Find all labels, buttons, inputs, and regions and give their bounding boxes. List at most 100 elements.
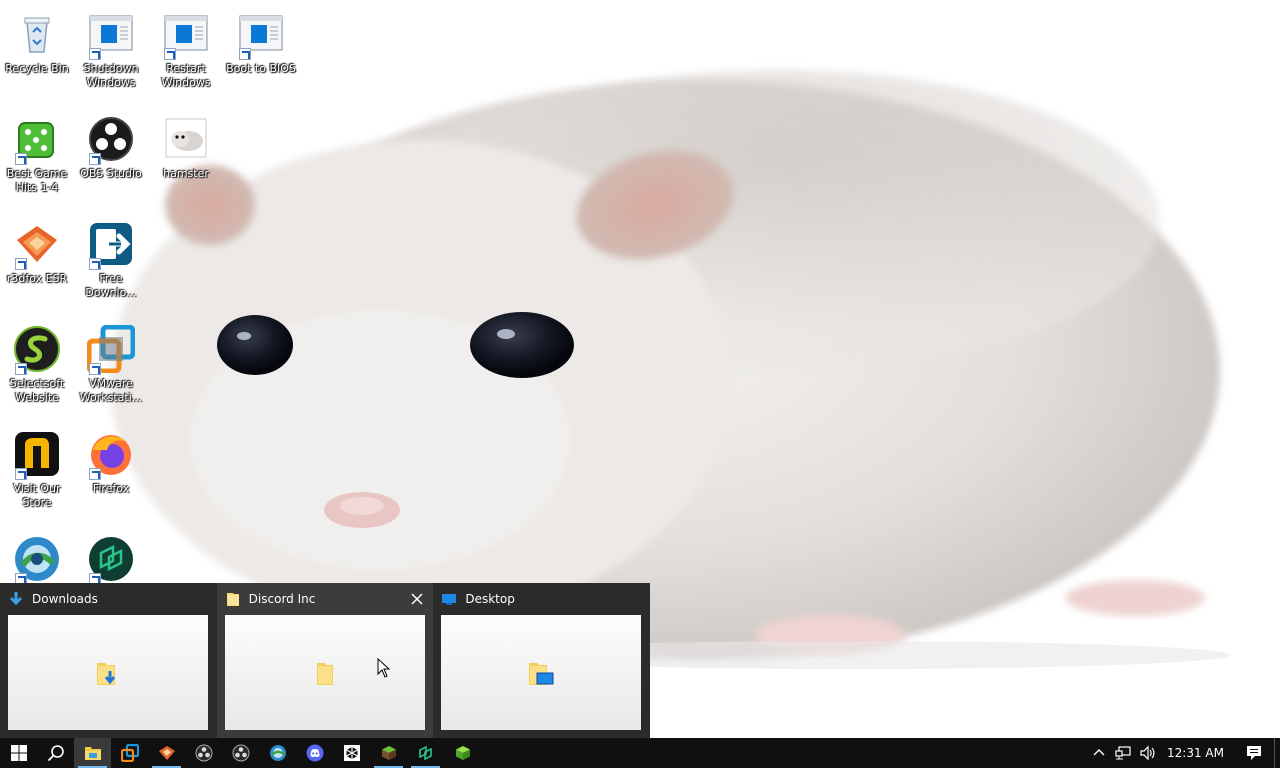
desktop-icon-label: OBS Studio xyxy=(80,167,142,180)
search-button[interactable] xyxy=(37,738,74,768)
discord-icon xyxy=(306,744,323,762)
network-icon xyxy=(1115,746,1131,760)
windows-logo-icon xyxy=(10,745,27,761)
show-desktop-button[interactable] xyxy=(1274,738,1280,768)
window-shortcut-icon xyxy=(237,10,285,60)
grass-block-icon xyxy=(455,746,470,760)
desktop-icon-label: Selectsoft Website xyxy=(9,377,65,404)
desktop-icon-label: Shutdown Windows xyxy=(83,62,139,89)
network-button[interactable] xyxy=(1111,738,1135,768)
desktop-icon-recycle-bin[interactable]: Recycle Bin xyxy=(1,8,73,104)
desktop-icon xyxy=(442,594,457,605)
green-app-icon xyxy=(418,745,432,761)
recycle-bin-icon xyxy=(13,10,61,58)
file-explorer-icon xyxy=(84,747,101,760)
desktop-icon-obs-studio[interactable]: OBS Studio xyxy=(75,113,147,209)
taskbar-minecraft-1[interactable] xyxy=(370,738,407,768)
thumbnail-title: Discord Inc xyxy=(248,592,316,606)
thumbnail-desktop[interactable]: Desktop xyxy=(433,583,650,738)
selectsoft-icon xyxy=(13,325,61,375)
desktop-icon-hamster[interactable]: hamster xyxy=(150,113,222,209)
desktop-icon-label: Free Downlo... xyxy=(85,272,137,299)
downloads-folder-icon xyxy=(97,662,116,685)
thumbnail-header: Discord Inc xyxy=(225,583,434,615)
thumbnail-preview[interactable] xyxy=(224,615,425,730)
desktop-icon-shutdown-windows[interactable]: Shutdown Windows xyxy=(75,8,147,104)
desktop-icon-label: Firefox xyxy=(92,482,130,495)
unity-icon xyxy=(343,745,360,761)
thumbnail-header: Desktop xyxy=(441,583,650,615)
image-thumbnail-icon xyxy=(162,115,210,163)
thumbnail-discord-inc[interactable]: Discord Inc xyxy=(216,583,434,738)
free-download-manager-icon xyxy=(87,220,135,270)
desktop-icon-vmware-workstation[interactable]: VMware Workstati... xyxy=(75,323,147,419)
notification-icon xyxy=(1247,746,1261,760)
taskbar-globe-browser[interactable] xyxy=(259,738,296,768)
desktop-icon-label: Restart Windows xyxy=(161,62,211,89)
taskbar-discord[interactable] xyxy=(296,738,333,768)
window-shortcut-icon xyxy=(162,10,210,60)
taskbar-obs-2[interactable] xyxy=(222,738,259,768)
green-app-icon xyxy=(87,535,135,585)
folder-icon xyxy=(316,662,333,685)
taskbar-vmware[interactable] xyxy=(111,738,148,768)
thumbnail-title: Downloads xyxy=(32,592,98,606)
taskbar-unity[interactable] xyxy=(333,738,370,768)
grass-block-icon xyxy=(381,746,396,760)
desktop-icon-label: hamster xyxy=(163,167,209,180)
volume-icon xyxy=(1140,745,1155,761)
obs-icon xyxy=(232,744,249,762)
obs-icon xyxy=(195,744,212,762)
thumbnail-preview[interactable] xyxy=(8,615,208,730)
thumbnail-downloads[interactable]: Downloads xyxy=(0,583,217,738)
taskbar-thumbnail-previews: Downloads Discord Inc Desktop xyxy=(0,583,650,738)
desktop-icon-label: Boot to BIOS xyxy=(226,62,296,75)
chevron-up-icon xyxy=(1093,749,1105,756)
taskbar-file-explorer[interactable] xyxy=(74,738,111,768)
window-shortcut-icon xyxy=(87,10,135,60)
desktop-icon-free-download[interactable]: Free Downlo... xyxy=(75,218,147,314)
desktop-icon-label: Visit Our Store xyxy=(13,482,61,509)
desktop-icon-label: VMware Workstati... xyxy=(79,377,143,404)
volume-button[interactable] xyxy=(1135,738,1159,768)
folder-icon xyxy=(226,593,239,606)
thumbnail-title: Desktop xyxy=(465,592,515,606)
store-n-icon xyxy=(13,430,61,480)
desktop-icon-visit-our-store[interactable]: Visit Our Store xyxy=(1,428,73,524)
r3dfox-icon xyxy=(13,220,61,270)
desktop-icon-boot-to-bios[interactable]: Boot to BIOS xyxy=(225,8,297,104)
desktop-folder-icon xyxy=(529,662,554,685)
desktop-icon-best-game-hits[interactable]: Best Game Hits 1-4 xyxy=(1,113,73,209)
desktop-icon-selectsoft-website[interactable]: Selectsoft Website xyxy=(1,323,73,419)
firefox-icon xyxy=(87,430,135,480)
taskbar-minecraft-2[interactable] xyxy=(444,738,481,768)
desktop-icon-label: Best Game Hits 1-4 xyxy=(6,167,68,194)
download-arrow-icon xyxy=(9,592,23,606)
taskbar: 12:31 AM xyxy=(0,738,1280,768)
desktop-icon-restart-windows[interactable]: Restart Windows xyxy=(150,8,222,104)
taskbar-green-app[interactable] xyxy=(407,738,444,768)
r3dfox-icon xyxy=(158,746,175,760)
dice-icon xyxy=(13,115,61,165)
start-button[interactable] xyxy=(0,738,37,768)
desktop-icon-r3dfox-esr[interactable]: r3dfox ESR xyxy=(1,218,73,314)
obs-icon xyxy=(87,115,135,165)
globe-browser-icon xyxy=(13,535,61,585)
vmware-icon xyxy=(120,744,139,762)
thumbnail-preview[interactable] xyxy=(441,615,642,730)
mouse-cursor-icon xyxy=(377,658,391,678)
vmware-icon xyxy=(87,325,135,375)
close-icon[interactable] xyxy=(409,591,425,607)
globe-browser-icon xyxy=(269,745,286,761)
taskbar-clock[interactable]: 12:31 AM xyxy=(1159,746,1234,760)
show-hidden-icons-button[interactable] xyxy=(1087,738,1111,768)
search-icon xyxy=(47,745,64,762)
system-tray: 12:31 AM xyxy=(1087,738,1280,768)
taskbar-r3dfox[interactable] xyxy=(148,738,185,768)
action-center-button[interactable] xyxy=(1234,738,1274,768)
desktop-icon-firefox[interactable]: Firefox xyxy=(75,428,147,524)
desktop-icon-label: Recycle Bin xyxy=(5,62,69,75)
thumbnail-header: Downloads xyxy=(8,583,217,615)
desktop-icon-label: r3dfox ESR xyxy=(6,272,68,285)
taskbar-obs-1[interactable] xyxy=(185,738,222,768)
